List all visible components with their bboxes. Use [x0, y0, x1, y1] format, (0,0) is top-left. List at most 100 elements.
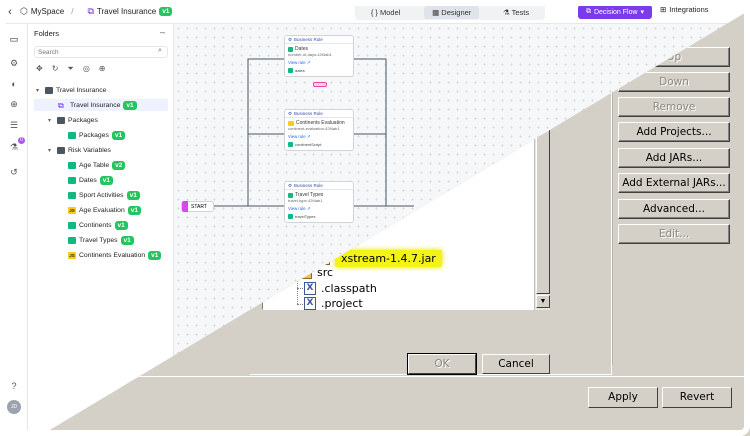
tree-item-packages[interactable]: Packages v1	[68, 129, 126, 141]
tree-item-dates[interactable]: Dates v1	[68, 174, 113, 186]
scroll-down-arrow-icon[interactable]: ▼	[536, 295, 550, 308]
decision-flow-label: Decision Flow	[593, 8, 638, 16]
palette-icon[interactable]: ◐	[8, 78, 20, 90]
tree-item-sport-activities[interactable]: Sport Activities v1	[68, 189, 140, 201]
js-icon: JS	[68, 206, 76, 214]
node-header: ⚙ Business Rule	[285, 182, 353, 190]
tree-item-age-evaluation[interactable]: JS Age Evaluation v1	[68, 204, 141, 216]
project-name: Travel Insurance	[96, 7, 157, 16]
sliders-icon[interactable]: ⚙	[8, 57, 20, 69]
node-output: travelTypes	[285, 212, 353, 222]
advanced-button[interactable]: Advanced...	[618, 199, 730, 219]
tree-label: .classpath	[321, 282, 377, 295]
js-icon: JS	[68, 251, 76, 259]
folder-icon[interactable]: ▭	[8, 33, 20, 45]
version-badge: v1	[120, 235, 134, 245]
table-icon	[288, 192, 293, 198]
output-icon	[288, 68, 293, 73]
ok-button[interactable]: OK	[407, 353, 477, 375]
sidebar-title: Folders	[34, 29, 60, 38]
output-icon	[288, 142, 293, 147]
version-badge: v1	[99, 175, 113, 185]
tree-label: Dates	[79, 176, 97, 184]
legacy-tree-classpath[interactable]: X .classpath	[304, 282, 377, 295]
apply-button[interactable]: Apply	[588, 387, 658, 408]
remove-button[interactable]: Remove	[618, 97, 730, 117]
add-external-jars-button[interactable]: Add External JARs...	[618, 173, 730, 193]
flow-node-travel-types[interactable]: ⚙ Business Rule Travel Types travel-type-…	[284, 181, 354, 223]
start-node[interactable]: START	[181, 201, 214, 212]
tree-item-continents[interactable]: Continents v1	[68, 219, 128, 231]
view-rule-link[interactable]: View rule ↗	[285, 57, 353, 66]
revert-button[interactable]: Revert	[662, 387, 732, 408]
table-icon	[68, 191, 76, 199]
node-type: Business Rule	[294, 183, 323, 188]
output-name: travelTypes	[295, 214, 316, 219]
designer-icon: ▦	[432, 7, 442, 17]
tree-folder-risk-variables[interactable]: ▾ Risk Variables	[48, 144, 111, 156]
cancel-button[interactable]: Cancel	[482, 354, 550, 374]
collapse-icon[interactable]: –	[160, 27, 165, 37]
tree-label: Packages	[68, 116, 98, 124]
version-badge: v1	[126, 190, 140, 200]
search-input[interactable]	[34, 46, 168, 58]
scroll-thumb[interactable]	[536, 126, 550, 294]
tab-tests[interactable]: ⚗ Tests	[495, 6, 537, 19]
view-rule-link[interactable]: View rule ↗	[285, 203, 353, 212]
breadcrumb-workspace[interactable]: ⬡ MySpace /	[20, 6, 77, 17]
tree-item-travel-types[interactable]: Travel Types v1	[68, 234, 134, 246]
tab-designer[interactable]: ▦ Designer	[424, 5, 480, 19]
tree-folder-travel-insurance[interactable]: ▾ Travel Insurance	[36, 84, 106, 96]
list-icon[interactable]: ☰	[8, 119, 20, 131]
filter-icon[interactable]: ⏷	[67, 64, 73, 74]
tab-model[interactable]: { } Model	[363, 6, 409, 19]
table-icon	[68, 161, 76, 169]
tree-label: Continents	[79, 221, 112, 229]
add-jars-button[interactable]: Add JARs...	[618, 148, 730, 168]
vertical-scrollbar[interactable]: ▲ ▼	[534, 110, 550, 310]
tree-item-continents-evaluation[interactable]: JS Continents Evaluation v1	[68, 249, 162, 261]
output-name: continentScript	[295, 142, 322, 147]
edit-button[interactable]: Edit...	[618, 224, 730, 244]
tree-label: Sport Activities	[79, 191, 124, 199]
folder-icon	[57, 146, 65, 154]
tree-label: Packages	[79, 131, 109, 139]
add-projects-button[interactable]: Add Projects...	[618, 122, 730, 142]
flow-node-continents-evaluation[interactable]: ⚙ Business Rule Continents Evaluation con…	[284, 109, 354, 151]
node-connector-badge[interactable]	[313, 82, 327, 87]
flow-icon: ⧉	[87, 6, 94, 16]
rule-icon: ⚙	[288, 182, 293, 188]
flow-node-dates[interactable]: ⚙ Business Rule Dates number-of-days-42f4…	[284, 35, 354, 77]
node-type: Business Rule	[294, 37, 323, 42]
add-icon[interactable]: ⊕	[99, 64, 106, 74]
version-badge: v1	[114, 220, 128, 230]
decision-flow-button[interactable]: ⧉ Decision Flow ▾	[578, 5, 652, 19]
node-title-row: Dates	[285, 44, 353, 52]
avatar[interactable]: JD	[7, 400, 21, 414]
help-icon[interactable]: ?	[8, 380, 20, 392]
icon-rail: ▭ ⚙ ◐ ⊕ ☰ ⚗ 0 ↺ ? JD	[0, 24, 28, 436]
view-rule-link[interactable]: View rule ↗	[285, 131, 353, 140]
refresh-icon[interactable]: ↻	[52, 64, 59, 74]
zoom-icon[interactable]: ⊕	[8, 98, 20, 110]
breadcrumb-project[interactable]: ⧉ Travel Insurance v1	[87, 6, 173, 17]
integrations-button[interactable]: ⊞ Integrations	[660, 5, 709, 14]
screenshot-frame: ‹ ⬡ MySpace / ⧉ Travel Insurance v1 { } …	[0, 0, 750, 436]
js-icon	[288, 120, 294, 126]
node-title-row: Travel Types	[285, 190, 353, 198]
legacy-tree-project[interactable]: X .project	[304, 297, 363, 310]
view-switcher: { } Model ▦ Designer ⚗ Tests	[355, 4, 545, 20]
tree-folder-packages[interactable]: ▾ Packages	[48, 114, 98, 126]
node-header: ⚙ Business Rule	[285, 36, 353, 44]
breadcrumb-separator: /	[71, 7, 74, 16]
tests-icon: ⚗	[502, 7, 512, 17]
output-icon	[288, 214, 293, 219]
move-icon[interactable]: ✥	[36, 64, 43, 74]
target-icon[interactable]: ◎	[83, 64, 90, 74]
history-icon[interactable]: ↺	[8, 166, 20, 178]
back-arrow-icon[interactable]: ‹	[0, 6, 20, 18]
tree-item-travel-insurance-flow[interactable]: ⧉ Travel Insurance v1	[34, 99, 168, 111]
tree-item-age-table[interactable]: Age Table v2	[68, 159, 126, 171]
table-icon	[68, 221, 76, 229]
xml-file-icon: X	[304, 297, 316, 310]
